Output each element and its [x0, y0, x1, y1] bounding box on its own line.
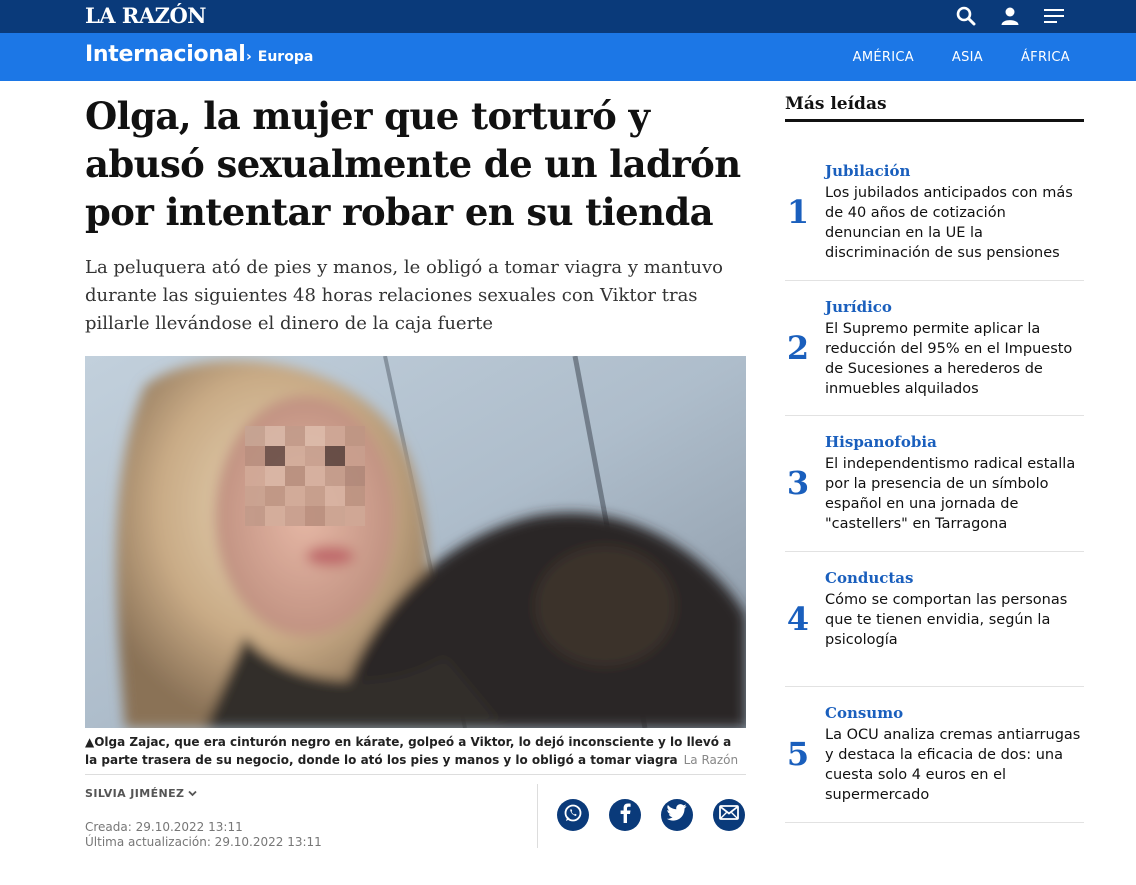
- photo-credit: La Razón: [683, 753, 739, 767]
- most-read-item-4[interactable]: 4 Conductas Cómo se comportan las person…: [785, 552, 1085, 687]
- most-read-list: 1 Jubilación Los jubilados anticipados c…: [785, 145, 1084, 823]
- divider: [85, 774, 746, 775]
- article-dates: Creada: 29.10.2022 13:11 Última actualiz…: [85, 820, 322, 850]
- rank-number: 4: [786, 599, 810, 638]
- item-kicker[interactable]: Jurídico: [825, 298, 892, 316]
- breadcrumb: › Europa: [246, 49, 313, 65]
- article-photo: [85, 356, 746, 728]
- created-date: Creada: 29.10.2022 13:11: [85, 820, 243, 834]
- item-headline[interactable]: Cómo se comportan las personas que te ti…: [825, 590, 1085, 650]
- item-headline[interactable]: El independentismo radical estalla por l…: [825, 454, 1085, 534]
- most-read-rule: [785, 119, 1084, 122]
- most-read-item-3[interactable]: 3 Hispanofobia El independentismo radica…: [785, 416, 1084, 552]
- section-title[interactable]: Internacional: [85, 42, 246, 67]
- caption-text: ▲Olga Zajac, que era cinturón negro en k…: [85, 735, 732, 767]
- share-twitter-button[interactable]: [661, 799, 693, 831]
- updated-date: Última actualización: 29.10.2022 13:11: [85, 835, 322, 849]
- item-headline[interactable]: La OCU analiza cremas antiarrugas y dest…: [825, 725, 1085, 805]
- item-kicker[interactable]: Consumo: [825, 704, 903, 722]
- photo-caption: ▲Olga Zajac, que era cinturón negro en k…: [85, 733, 745, 769]
- rank-number: 1: [786, 193, 810, 232]
- most-read-item-1[interactable]: 1 Jubilación Los jubilados anticipados c…: [785, 145, 1084, 281]
- item-kicker[interactable]: Conductas: [825, 569, 913, 587]
- search-icon[interactable]: [954, 5, 978, 27]
- top-bar: LA RAZÓN: [0, 0, 1136, 33]
- most-read-item-2[interactable]: 2 Jurídico El Supremo permite aplicar la…: [785, 281, 1085, 416]
- share-facebook-button[interactable]: [609, 799, 641, 831]
- share-buttons: [557, 799, 745, 831]
- article-headline: Olga, la mujer que torturó y abusó sexua…: [85, 94, 741, 234]
- menu-icon[interactable]: [1042, 5, 1066, 27]
- section-bar: Internacional › Europa AMÉRICA ASIA ÁFRIC…: [0, 33, 1136, 81]
- vertical-divider: [537, 784, 538, 848]
- most-read-item-5[interactable]: 5 Consumo La OCU analiza cremas antiarru…: [785, 687, 1084, 823]
- breadcrumb-europa[interactable]: Europa: [258, 49, 314, 65]
- breadcrumb-separator: ›: [246, 49, 252, 65]
- item-headline[interactable]: Los jubilados anticipados con más de 40 …: [825, 183, 1085, 263]
- nav-africa[interactable]: ÁFRICA: [1021, 50, 1070, 65]
- rank-number: 3: [786, 464, 810, 503]
- rank-number: 2: [786, 328, 810, 367]
- item-kicker[interactable]: Jubilación: [825, 162, 910, 180]
- rank-number: 5: [786, 735, 810, 774]
- share-whatsapp-button[interactable]: [557, 799, 589, 831]
- header-actions: [954, 5, 1066, 27]
- twitter-icon: [666, 804, 687, 826]
- most-read-title: Más leídas: [785, 94, 887, 114]
- share-email-button[interactable]: [713, 799, 745, 831]
- whatsapp-icon: [563, 803, 583, 828]
- nav-asia[interactable]: ASIA: [952, 50, 983, 65]
- nav-america[interactable]: AMÉRICA: [853, 50, 914, 65]
- author-byline[interactable]: SILVIA JIMÉNEZ: [85, 787, 198, 800]
- facebook-icon: [618, 803, 632, 828]
- item-headline[interactable]: El Supremo permite aplicar la reducción …: [825, 319, 1085, 399]
- site-logo[interactable]: LA RAZÓN: [85, 3, 206, 28]
- region-nav: AMÉRICA ASIA ÁFRICA: [815, 50, 1070, 65]
- item-kicker[interactable]: Hispanofobia: [825, 433, 937, 451]
- email-icon: [719, 805, 739, 825]
- article-subtitle: La peluquera ató de pies y manos, le obl…: [85, 257, 723, 334]
- user-icon[interactable]: [998, 5, 1022, 27]
- chevron-down-icon: [188, 789, 198, 800]
- author-name: SILVIA JIMÉNEZ: [85, 787, 185, 800]
